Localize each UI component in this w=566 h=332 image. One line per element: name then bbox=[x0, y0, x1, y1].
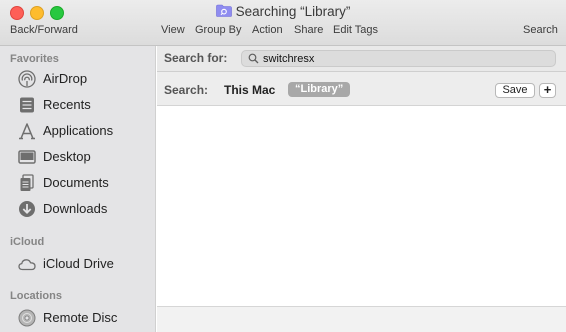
sidebar-item-downloads[interactable]: Downloads bbox=[0, 197, 155, 221]
search-scope-label: Search: bbox=[164, 83, 209, 97]
locations-header: Locations bbox=[10, 290, 62, 302]
sidebar-item-recents[interactable]: Recents bbox=[0, 93, 155, 117]
icloud-header: iCloud bbox=[10, 236, 45, 248]
scope-this-mac-button[interactable]: This Mac bbox=[224, 83, 275, 97]
sidebar-item-label: Documents bbox=[43, 175, 109, 190]
sidebar-item-airdrop[interactable]: AirDrop bbox=[0, 67, 155, 91]
downloads-icon bbox=[19, 201, 35, 217]
share-button[interactable]: Share bbox=[294, 24, 323, 36]
add-criteria-button[interactable]: + bbox=[539, 83, 556, 98]
view-button[interactable]: View bbox=[161, 24, 185, 36]
back-forward-button[interactable]: Back/Forward bbox=[10, 24, 78, 36]
desktop-icon bbox=[18, 150, 36, 164]
sidebar-item-icloud-drive[interactable]: iCloud Drive bbox=[0, 252, 155, 276]
smart-folder-icon bbox=[215, 4, 232, 17]
sidebar-item-label: Downloads bbox=[43, 201, 108, 216]
search-icon bbox=[248, 53, 259, 64]
sidebar-item-documents[interactable]: Documents bbox=[0, 171, 155, 195]
status-bar bbox=[157, 306, 566, 332]
group-by-button[interactable]: Group By bbox=[195, 24, 241, 36]
scope-library-button[interactable]: “Library” bbox=[288, 82, 351, 97]
search-field[interactable] bbox=[241, 50, 556, 67]
recents-icon bbox=[20, 97, 34, 113]
sidebar-item-label: Desktop bbox=[43, 149, 91, 164]
finder-window: Searching “Library” Back/Forward View Gr… bbox=[0, 0, 566, 332]
cloud-icon bbox=[18, 259, 36, 271]
action-button[interactable]: Action bbox=[252, 24, 283, 36]
sidebar-item-label: Remote Disc bbox=[43, 310, 118, 325]
search-toolbar-button[interactable]: Search bbox=[523, 24, 558, 36]
search-for-label: Search for: bbox=[164, 51, 228, 65]
sidebar-item-label: Recents bbox=[43, 97, 91, 112]
sidebar-item-remote-disc[interactable]: Remote Disc bbox=[0, 306, 155, 330]
sidebar: Favorites AirDrop Recents Applications D… bbox=[0, 46, 156, 332]
save-search-button[interactable]: Save bbox=[495, 83, 535, 98]
search-input[interactable] bbox=[263, 51, 543, 66]
airdrop-icon bbox=[18, 70, 36, 88]
titlebar: Searching “Library” Back/Forward View Gr… bbox=[0, 0, 566, 46]
applications-icon bbox=[19, 123, 35, 140]
window-title-text: Searching “Library” bbox=[235, 4, 351, 19]
sidebar-item-desktop[interactable]: Desktop bbox=[0, 145, 155, 169]
documents-icon bbox=[20, 174, 34, 191]
disc-icon bbox=[18, 309, 36, 327]
search-scope-bar: Search: This Mac “Library” Save + bbox=[157, 72, 566, 106]
sidebar-item-label: AirDrop bbox=[43, 71, 88, 86]
search-for-bar: Search for: bbox=[157, 46, 566, 72]
sidebar-item-label: iCloud Drive bbox=[43, 256, 114, 271]
window-title: Searching “Library” bbox=[0, 4, 566, 19]
favorites-header: Favorites bbox=[10, 53, 59, 65]
sidebar-item-applications[interactable]: Applications bbox=[0, 119, 155, 143]
search-results-area[interactable] bbox=[157, 106, 566, 306]
sidebar-item-label: Applications bbox=[43, 123, 114, 138]
edit-tags-button[interactable]: Edit Tags bbox=[333, 24, 378, 36]
